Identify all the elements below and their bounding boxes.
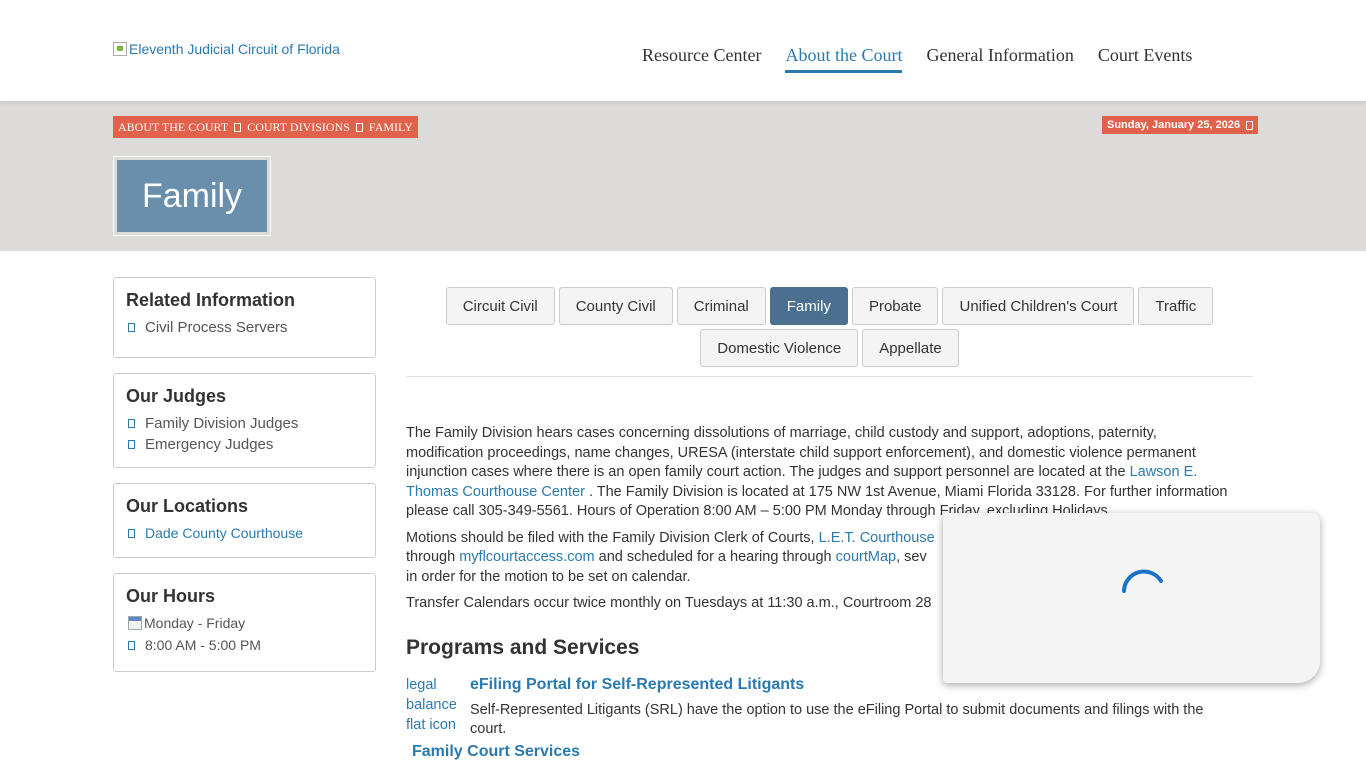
tab-row-2: Domestic Violence Appellate [406, 329, 1253, 367]
tab-divider [406, 376, 1253, 377]
judges-item-label: Emergency Judges [145, 436, 274, 453]
tab-criminal[interactable]: Criminal [676, 287, 766, 325]
page-banner: ABOUT THE COURT COURT DIVISIONS FAMILY S… [0, 101, 1366, 251]
breadcrumb-about-the-court[interactable]: ABOUT THE COURT [118, 120, 228, 135]
clock-icon [128, 640, 135, 650]
motions-text: in order for the motion to be set on cal… [406, 568, 691, 585]
hours-time-label: 8:00 AM - 5:00 PM [145, 637, 261, 653]
breadcrumb: ABOUT THE COURT COURT DIVISIONS FAMILY [113, 116, 418, 138]
tab-traffic[interactable]: Traffic [1138, 287, 1214, 325]
division-tabs: Circuit Civil County Civil Criminal Fami… [406, 287, 1253, 371]
related-item-civil-process-servers[interactable]: Civil Process Servers [126, 319, 363, 336]
our-hours-title: Our Hours [126, 586, 216, 606]
bullet-icon [128, 419, 135, 428]
our-locations-card: Our Locations Dade County Courthouse [113, 483, 376, 558]
logo-alt-text: Eleventh Judicial Circuit of Florida [129, 41, 340, 57]
calendar-icon [1246, 120, 1254, 130]
program-family-court-services: Family Court Services [406, 742, 1228, 762]
bullet-icon [128, 440, 135, 449]
site-logo[interactable]: Eleventh Judicial Circuit of Florida [113, 41, 340, 57]
myflcourtaccess-link[interactable]: myflcourtaccess.com [459, 549, 594, 565]
breadcrumb-separator-icon [234, 122, 242, 132]
hours-time: 8:00 AM - 5:00 PM [126, 637, 363, 653]
our-judges-card: Our Judges Family Division Judges Emerge… [113, 373, 376, 468]
our-judges-title: Our Judges [126, 386, 227, 406]
nav-resource-center[interactable]: Resource Center [642, 45, 761, 73]
date-text: Sunday, January 25, 2026 [1107, 119, 1241, 131]
tab-appellate[interactable]: Appellate [862, 329, 959, 367]
related-information-title: Related Information [126, 290, 296, 310]
page-title: Family [117, 160, 267, 232]
program-description: Self-Represented Litigants (SRL) have th… [470, 701, 1204, 738]
our-locations-title: Our Locations [126, 496, 249, 516]
loading-popup [943, 513, 1320, 683]
judges-item-emergency[interactable]: Emergency Judges [126, 436, 363, 453]
location-dade-county-courthouse-link[interactable]: Dade County Courthouse [145, 525, 303, 541]
description-text: The Family Division hears cases concerni… [406, 425, 1196, 480]
division-description: The Family Division hears cases concerni… [406, 424, 1228, 522]
loading-spinner-icon [1122, 569, 1163, 593]
let-courthouse-link[interactable]: L.E.T. Courthouse [819, 530, 935, 546]
courtmap-link[interactable]: courtMap [836, 549, 896, 565]
tab-probate[interactable]: Probate [851, 287, 939, 325]
related-information-card: Related Information Civil Process Server… [113, 277, 376, 358]
our-hours-card: Our Hours Monday - Friday 8:00 AM - 5:00… [113, 573, 376, 672]
tab-circuit-civil[interactable]: Circuit Civil [445, 287, 555, 325]
program-body: eFiling Portal for Self-Represented Liti… [470, 675, 1228, 740]
motions-text: Motions should be filed with the Family … [406, 529, 815, 546]
tab-family[interactable]: Family [769, 287, 848, 325]
tab-unified-childrens-court[interactable]: Unified Children's Court [942, 287, 1135, 325]
hours-days: Monday - Friday [126, 615, 363, 631]
bullet-icon [128, 528, 135, 538]
date-badge: Sunday, January 25, 2026 [1102, 116, 1259, 134]
hours-days-label: Monday - Friday [144, 615, 246, 631]
motions-text: and scheduled for a hearing through [598, 549, 832, 565]
tab-domestic-violence[interactable]: Domestic Violence [700, 329, 859, 367]
nav-about-the-court[interactable]: About the Court [785, 45, 903, 73]
breadcrumb-family: FAMILY [368, 119, 413, 134]
nav-general-information[interactable]: General Information [926, 45, 1073, 73]
main-nav: Resource Center About the Court General … [642, 45, 1192, 73]
calendar-icon [128, 616, 142, 630]
program-title-link[interactable]: Family Court Services [412, 742, 580, 762]
breadcrumb-separator-icon [355, 122, 363, 132]
broken-image-icon [113, 42, 127, 56]
tab-row-1: Circuit Civil County Civil Criminal Fami… [406, 287, 1253, 325]
motions-text: , sev [896, 549, 927, 565]
related-item-label: Civil Process Servers [145, 319, 288, 336]
bullet-icon [128, 323, 135, 332]
judges-item-family-division[interactable]: Family Division Judges [126, 415, 363, 432]
location-item: Dade County Courthouse [126, 525, 363, 541]
tab-county-civil[interactable]: County Civil [558, 287, 673, 325]
site-header: Eleventh Judicial Circuit of Florida Res… [0, 0, 1366, 101]
motions-text: through [406, 549, 456, 565]
breadcrumb-court-divisions[interactable]: COURT DIVISIONS [247, 120, 350, 135]
legal-balance-icon: legal balance flat icon [406, 677, 457, 733]
program-efiling-portal: legal balance flat icon eFiling Portal f… [406, 675, 1228, 740]
nav-court-events[interactable]: Court Events [1098, 45, 1193, 73]
page-title-box: Family [113, 156, 271, 236]
judges-item-label: Family Division Judges [145, 415, 299, 432]
